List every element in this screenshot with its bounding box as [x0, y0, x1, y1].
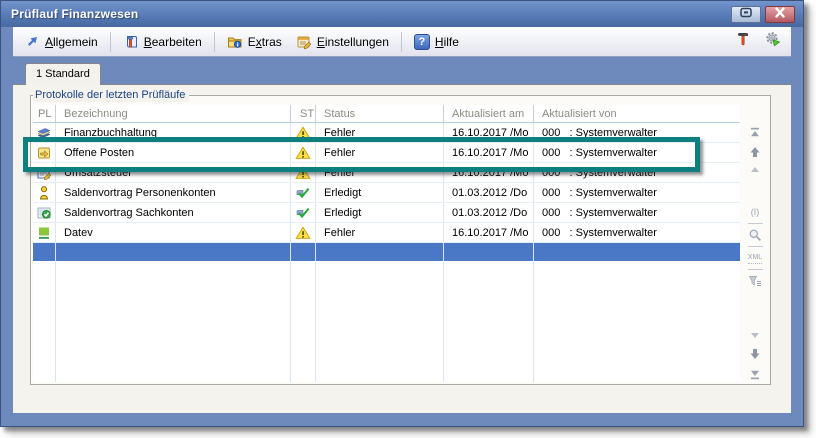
- jump-bottom-icon: [748, 367, 762, 381]
- cell-bezeichnung: Datev: [55, 223, 290, 242]
- column-header-status[interactable]: Status: [315, 105, 443, 122]
- toolbar-item-label: Hilfe: [435, 35, 459, 49]
- jump-bottom-button[interactable]: [746, 366, 764, 382]
- search-button[interactable]: [746, 227, 764, 243]
- edit-tool-icon: [123, 34, 139, 50]
- column-header-aktualisiert-von[interactable]: Aktualisiert von: [533, 105, 740, 122]
- toolbar-items: Allgemein Bearbeiten Extras Einstellungen? H…: [17, 31, 466, 53]
- filter-icon: [748, 274, 762, 288]
- arrow-ne-icon: [24, 34, 40, 50]
- toolbar-item-extras[interactable]: Extras: [220, 31, 289, 53]
- cell-st: [290, 203, 315, 222]
- rollup-icon: [738, 5, 754, 23]
- toolbar-item-hilfe[interactable]: ? Hilfe: [407, 31, 466, 53]
- tabstrip: 1 Standard: [13, 57, 791, 84]
- search-icon: [748, 228, 762, 242]
- xml-button[interactable]: XML: [746, 250, 764, 266]
- move-up-icon: [748, 145, 762, 159]
- done-icon: [295, 185, 311, 201]
- jump-top-button[interactable]: [746, 125, 764, 141]
- cell-aktualisiert-von: 000 : Systemverwalter: [533, 223, 740, 242]
- globe-check-icon: [36, 205, 52, 221]
- scroll-up-button[interactable]: [746, 162, 764, 178]
- toolbar-item-bearbeiten[interactable]: Bearbeiten: [116, 31, 209, 53]
- person-icon: [36, 185, 52, 201]
- toolbar-item-einstellungen[interactable]: Einstellungen: [289, 31, 396, 53]
- side-toolbar-separator: [748, 269, 763, 270]
- cell-st: [290, 223, 315, 242]
- help-icon: ?: [414, 34, 430, 50]
- move-down-icon: [748, 347, 762, 361]
- scroll-down-icon: [748, 328, 762, 342]
- app-window: Prüflauf Finanzwesen Allgemein Bearbeiten…: [0, 0, 804, 427]
- brackets-button[interactable]: (I): [746, 204, 764, 220]
- annotation-highlight-box: [23, 137, 700, 172]
- selected-empty-row[interactable]: [33, 243, 740, 261]
- table-row[interactable]: Saldenvortrag Sachkonten Erledigt01.03.20…: [33, 203, 740, 223]
- side-toolbar-separator: [748, 223, 763, 224]
- table-row[interactable]: Saldenvortrag Personenkonten Erledigt01.0…: [33, 183, 740, 203]
- rollup-button[interactable]: [731, 6, 761, 23]
- warning-icon: [295, 225, 311, 241]
- hammer-icon: [735, 31, 751, 47]
- toolbar-right: [735, 31, 787, 52]
- titlebar[interactable]: Prüflauf Finanzwesen: [1, 1, 803, 27]
- cell-status: Erledigt: [315, 183, 443, 202]
- toolbar: Allgemein Bearbeiten Extras Einstellungen? H…: [13, 27, 791, 57]
- table-empty-area: [33, 261, 740, 382]
- column-header-st[interactable]: ST: [290, 105, 315, 122]
- brackets-icon: (I): [751, 208, 760, 217]
- screen: Prüflauf Finanzwesen Allgemein Bearbeiten…: [0, 0, 816, 438]
- table-row[interactable]: Datev Fehler16.10.2017 /Mo000 : Systemver…: [33, 223, 740, 243]
- cell-status: Fehler: [315, 223, 443, 242]
- toolbar-separator: [401, 32, 402, 52]
- cell-aktualisiert-von: 000 : Systemverwalter: [533, 183, 740, 202]
- cell-bezeichnung: Saldenvortrag Personenkonten: [55, 183, 290, 202]
- cell-aktualisiert-am: 01.03.2012 /Do: [443, 183, 533, 202]
- datev-icon: [36, 225, 52, 241]
- toolbar-item-label: Allgemein: [45, 35, 98, 49]
- gear-run-icon: [765, 31, 781, 47]
- jump-top-icon: [748, 126, 762, 140]
- cell-aktualisiert-von: 000 : Systemverwalter: [533, 203, 740, 222]
- table-side-toolbar: (I) XML: [742, 105, 768, 382]
- xml-icon: XML: [748, 253, 762, 264]
- toolbar-item-label: Einstellungen: [317, 35, 389, 49]
- cell-aktualisiert-am: 16.10.2017 /Mo: [443, 223, 533, 242]
- toolbar-item-label: Extras: [248, 35, 282, 49]
- column-header-pl[interactable]: PL: [33, 105, 55, 122]
- scroll-up-icon: [748, 163, 762, 177]
- column-header-bezeichnung[interactable]: Bezeichnung: [55, 105, 290, 122]
- gear-run-button[interactable]: [765, 31, 781, 52]
- toolbar-separator: [214, 32, 215, 52]
- column-header-aktualisiert-am[interactable]: Aktualisiert am: [443, 105, 533, 122]
- hammer-button[interactable]: [735, 31, 751, 52]
- done-icon: [295, 205, 311, 221]
- tab-standard[interactable]: 1 Standard: [25, 63, 101, 85]
- cell-aktualisiert-am: 01.03.2012 /Do: [443, 203, 533, 222]
- table-header-row: PLBezeichnungSTStatusAktualisiert amAktu…: [33, 105, 740, 123]
- close-button[interactable]: [765, 6, 795, 23]
- window-title: Prüflauf Finanzwesen: [11, 7, 727, 21]
- cell-status: Erledigt: [315, 203, 443, 222]
- filter-button[interactable]: [746, 273, 764, 289]
- cell-bezeichnung: Saldenvortrag Sachkonten: [55, 203, 290, 222]
- groupbox-legend: Protokolle der letzten Prüfläufe: [33, 89, 189, 102]
- settings-form-icon: [296, 34, 312, 50]
- toolbar-item-allgemein[interactable]: Allgemein: [17, 31, 105, 53]
- extras-folder-icon: [227, 34, 243, 50]
- toolbar-item-label: Bearbeiten: [144, 35, 202, 49]
- toolbar-separator: [110, 32, 111, 52]
- move-down-button[interactable]: [746, 346, 764, 362]
- move-up-button[interactable]: [746, 144, 764, 160]
- close-icon: [773, 5, 787, 23]
- tab-page: Protokolle der letzten Prüfläufe PLBezei…: [13, 84, 791, 413]
- scroll-down-button[interactable]: [746, 327, 764, 343]
- cell-st: [290, 183, 315, 202]
- side-toolbar-separator: [748, 246, 763, 247]
